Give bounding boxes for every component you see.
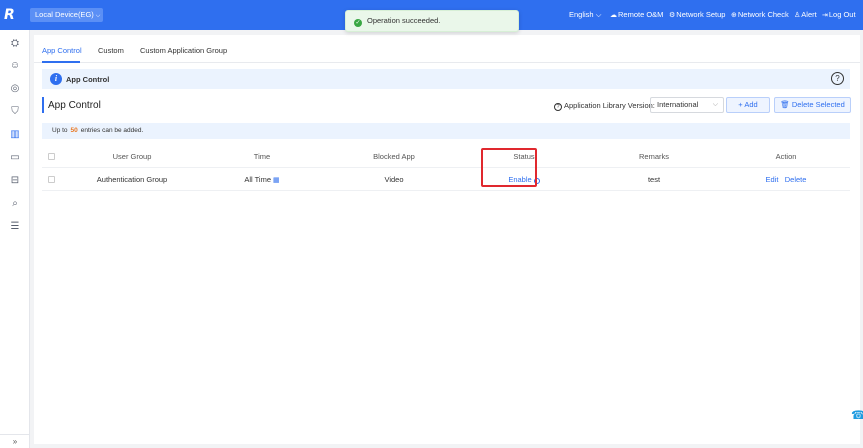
section-accent-bar (42, 97, 44, 113)
library-version-label: ? Application Library Version: (554, 101, 655, 111)
table-header: User Group Time Blocked App Status Remar… (42, 145, 850, 168)
tab-app-control[interactable]: App Control (42, 46, 82, 55)
toolbox-icon[interactable]: ⊟ (9, 175, 21, 187)
nav-remote-om[interactable]: ☁Remote O&M (610, 10, 663, 19)
column-header-blocked-app: Blocked App (373, 152, 415, 161)
tab-custom-application-group[interactable]: Custom Application Group (140, 46, 227, 55)
left-sidebar: ⛭ ☺ ◎ ⛉ ▥ ▭ ⊟ ⌕ ☰ » (0, 30, 30, 448)
device-select[interactable]: Local Device(EG) ⌵ (30, 8, 103, 22)
nav-alert[interactable]: ♙Alert (794, 10, 817, 19)
nav-network-setup[interactable]: ⚙Network Setup (669, 10, 725, 19)
add-button[interactable]: + Add (726, 97, 770, 113)
alert-icon: ♙ (794, 12, 801, 19)
chart-icon[interactable]: ▥ (9, 129, 21, 141)
cell-time: All Time ▦ (244, 175, 280, 184)
sliders-icon[interactable]: ☰ (9, 221, 21, 233)
brand-logo: R (4, 7, 15, 23)
cell-status: Enable i (484, 168, 564, 191)
column-header-action: Action (775, 152, 797, 161)
table-row: Authentication Group All Time ▦ Video Ena… (42, 168, 850, 191)
cell-remarks: test (647, 175, 661, 184)
active-tab-indicator (42, 61, 80, 63)
library-version-select[interactable]: International ⌵ (650, 97, 724, 113)
delete-button[interactable]: Delete (785, 175, 807, 184)
calendar-icon[interactable]: ▦ (273, 177, 280, 184)
expand-sidebar-button[interactable]: » (0, 434, 30, 448)
chevron-down-icon: ⌵ (95, 13, 101, 19)
info-icon[interactable]: i (533, 178, 540, 184)
delete-selected-button[interactable]: 🗑 Delete Selected (774, 97, 851, 113)
globe-icon[interactable]: ◎ (9, 83, 21, 95)
chevron-down-icon: ⌵ (595, 10, 602, 19)
edit-button[interactable]: Edit (766, 175, 779, 184)
cloud-icon: ☁ (610, 12, 617, 19)
column-header-remarks: Remarks (638, 152, 669, 161)
floating-assistant-icon[interactable]: ☎ (851, 405, 863, 425)
device-select-label: Local Device(EG) (35, 10, 94, 19)
logout-icon: ⇥ (822, 12, 828, 19)
chevron-down-icon: ⌵ (712, 101, 718, 108)
nav-log-out[interactable]: ⇥Log Out (822, 10, 856, 19)
info-banner: i App Control ? (42, 69, 850, 89)
cell-user-group: Authentication Group (96, 175, 168, 184)
language-label: English (569, 10, 594, 19)
nav-network-check[interactable]: ⊕Network Check (731, 10, 789, 19)
monitor-icon[interactable]: ▭ (9, 152, 21, 164)
network-icon: ⚙ (669, 12, 676, 19)
entry-limit-notice: Up to 50 entries can be added. (42, 123, 850, 139)
cell-actions: Edit Delete (746, 168, 826, 191)
topology-icon[interactable]: ⛭ (9, 38, 21, 50)
success-toast: ✓ Operation succeeded. (345, 10, 519, 32)
banner-title: App Control (66, 75, 110, 84)
info-icon: i (50, 73, 62, 85)
column-header-user-group: User Group (112, 152, 152, 161)
trash-icon: 🗑 (780, 100, 790, 109)
column-header-time: Time (253, 152, 271, 161)
check-icon: ⊕ (731, 12, 737, 19)
status-enable-link[interactable]: Enable (508, 175, 531, 184)
main-panel: App Control Custom Custom Application Gr… (34, 35, 860, 444)
check-circle-icon: ✓ (354, 19, 362, 27)
language-select[interactable]: English ⌵ (569, 10, 601, 20)
select-all-checkbox[interactable] (48, 153, 55, 160)
shield-icon[interactable]: ⛉ (9, 106, 21, 118)
cell-blocked-app: Video (384, 175, 404, 184)
entry-limit-count: 50 (70, 127, 78, 134)
tab-bar: App Control Custom Custom Application Gr… (34, 35, 860, 63)
search-globe-icon[interactable]: ⌕ (9, 198, 21, 210)
tab-custom[interactable]: Custom (98, 46, 124, 55)
toast-message: Operation succeeded. (367, 16, 441, 25)
user-icon[interactable]: ☺ (9, 60, 21, 72)
section-title: App Control (48, 100, 101, 111)
column-header-status: Status (513, 152, 535, 161)
row-checkbox[interactable] (48, 176, 55, 183)
question-icon[interactable]: ? (554, 103, 562, 111)
help-icon[interactable]: ? (831, 72, 844, 85)
